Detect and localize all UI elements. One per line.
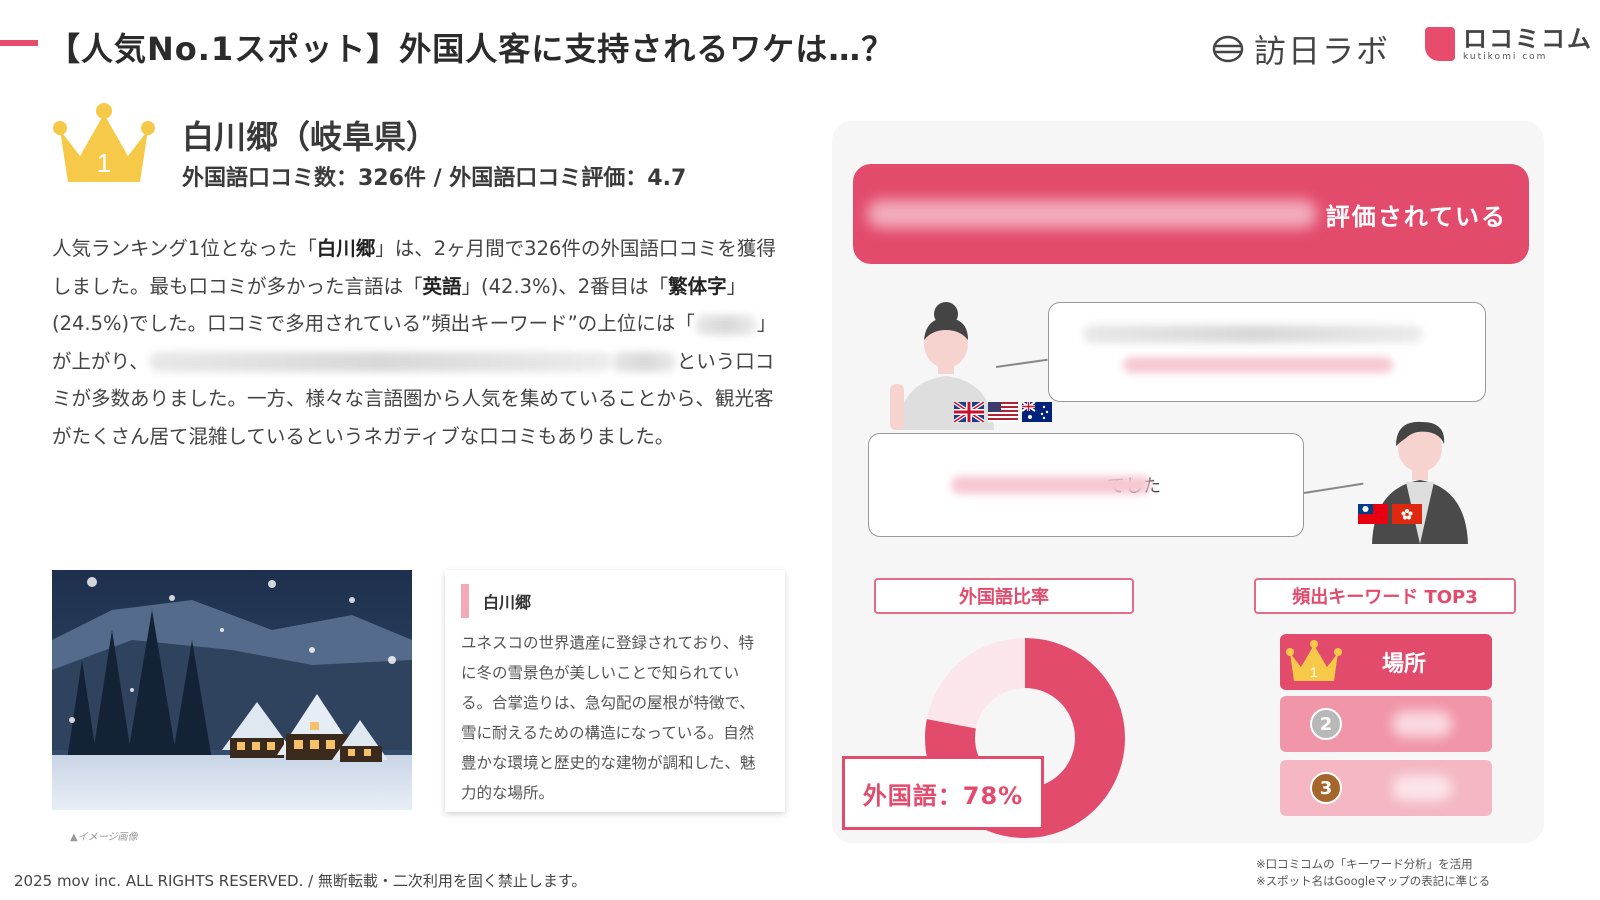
spot-review-stats: 外国語口コミ数：326件 / 外国語口コミ評価：4.7 bbox=[182, 166, 687, 191]
redacted-bubble-text bbox=[1123, 357, 1393, 373]
copyright-text: 2025 mov inc. ALL RIGHTS RESERVED. / 無断転… bbox=[14, 872, 587, 890]
speech-bubble-chinese: でした bbox=[868, 433, 1304, 537]
us-flag-icon bbox=[988, 402, 1018, 422]
footnote-spot-name: ※スポット名はGoogleマップの表記に準じる bbox=[1256, 874, 1491, 888]
redacted-banner-text bbox=[867, 200, 1317, 228]
kuchikomi-com-logo: ロコミコム kutikomi com bbox=[1425, 26, 1593, 62]
spot-name: 白川郷（岐阜県） bbox=[182, 118, 439, 156]
australia-flag-icon bbox=[1022, 402, 1052, 422]
description-bold: 繁体字 bbox=[668, 274, 727, 298]
redacted-keyword bbox=[1392, 775, 1452, 801]
keyword-rank-1-text: 場所 bbox=[1382, 652, 1427, 677]
info-card-body: ユネスコの世界遺産に登録されており、特に冬の雪景色が美しいことで知られている。合… bbox=[461, 634, 756, 802]
slide-title: 【人気No.1スポット】外国人客に支持されるワケは…？ bbox=[48, 30, 895, 68]
description-text: 」(42.3%)、2番目は「 bbox=[461, 274, 669, 298]
hojin-lab-logo-icon bbox=[1212, 35, 1244, 63]
hojin-lab-logo-text: 訪日ラボ bbox=[1254, 32, 1391, 70]
crown-rank-1-small-icon: 1 bbox=[1286, 640, 1342, 681]
redacted-bubble-text bbox=[951, 476, 1151, 494]
spot-info-card: 白川郷 ユネスコの世界遺産に登録されており、特に冬の雪景色が美しいことで知られて… bbox=[445, 570, 785, 812]
kuchikomi-logo-subtext: kutikomi com bbox=[1463, 52, 1548, 62]
description-text: 人気ランキング1位となった「 bbox=[52, 237, 317, 260]
man-avatar-icon bbox=[1372, 421, 1468, 544]
speech-bubble-western bbox=[1048, 302, 1486, 402]
redacted-bubble-text bbox=[1083, 325, 1423, 343]
foreign-language-ratio-label: 外国語比率 bbox=[874, 578, 1134, 614]
shirakawago-winter-photo bbox=[52, 570, 412, 810]
keyword-rank-3: 3 bbox=[1280, 760, 1492, 816]
rank-2-badge: 2 bbox=[1310, 708, 1342, 740]
flags-traditional-chinese bbox=[1358, 504, 1422, 524]
redacted-keyword bbox=[694, 314, 757, 335]
footnote-keyword-analysis: ※口コミコムの「キーワード分析」を活用 bbox=[1256, 857, 1473, 871]
taiwan-flag-icon bbox=[1358, 504, 1388, 524]
summary-banner: 評価されている bbox=[853, 164, 1529, 264]
description-bold: 英語 bbox=[422, 274, 462, 298]
foreign-ratio-value: 外国語：78% bbox=[842, 756, 1044, 830]
photo-caption: ▲イメージ画像 bbox=[70, 832, 138, 843]
crown-rank-number: 1 bbox=[97, 148, 111, 178]
rank-3-badge: 3 bbox=[1310, 772, 1342, 804]
uk-flag-icon bbox=[954, 402, 984, 422]
top-keywords-label: 頻出キーワード TOP3 bbox=[1254, 578, 1516, 614]
summary-banner-text: 評価されている bbox=[1325, 202, 1507, 231]
keyword-rank-1: 1 場所 bbox=[1280, 634, 1492, 690]
kuchikomi-logo-text: ロコミコム bbox=[1463, 25, 1593, 53]
redacted-keyword bbox=[1392, 711, 1452, 737]
info-card-accent-bar bbox=[461, 584, 469, 618]
hong-kong-flag-icon bbox=[1392, 504, 1422, 524]
info-card-title: 白川郷 bbox=[483, 593, 532, 612]
kuchikomi-logo-mark-icon bbox=[1425, 27, 1455, 61]
rank-number: 1 bbox=[1310, 664, 1318, 680]
crown-rank-1-icon: 1 bbox=[53, 103, 155, 182]
hojin-lab-logo: 訪日ラボ bbox=[1212, 26, 1390, 72]
header-accent-bar bbox=[0, 40, 38, 46]
redacted-review-text bbox=[148, 352, 611, 372]
spot-description: 人気ランキング1位となった「白川郷」は、2ヶ月間で326件の外国語口コミを獲得し… bbox=[52, 230, 792, 455]
keyword-rank-2: 2 bbox=[1280, 696, 1492, 752]
flags-english-speaking bbox=[954, 402, 1052, 422]
redacted-review-text bbox=[610, 352, 677, 372]
description-bold: 白川郷 bbox=[316, 237, 376, 260]
